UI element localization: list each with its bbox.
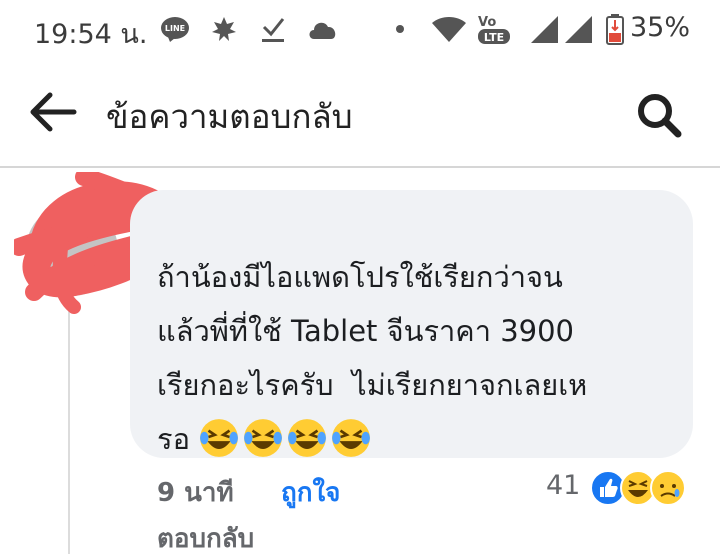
arrow-left-icon [30, 92, 77, 132]
emoji-row [198, 417, 372, 459]
laughing-emoji-icon [200, 419, 238, 457]
comment-timestamp: 9 นาที [157, 478, 234, 508]
lte-label: LTE [484, 31, 504, 44]
app-header: ข้อความตอบกลับ [0, 70, 720, 165]
leaf-icon [206, 12, 242, 46]
wifi-icon [430, 12, 468, 46]
battery-icon [604, 12, 626, 46]
search-icon [638, 94, 682, 138]
reaction-count[interactable]: 41 [546, 470, 580, 501]
signal-icon [528, 12, 560, 46]
page-title: ข้อความตอบกลับ [106, 97, 353, 136]
line-icon-label: LINE [165, 24, 185, 33]
line-icon: LINE [158, 12, 192, 46]
dot-icon [393, 12, 407, 46]
laughing-emoji-icon [244, 419, 282, 457]
signal-2-icon [562, 12, 594, 46]
laughing-emoji-icon [332, 419, 370, 457]
sad-reaction-icon [650, 470, 686, 506]
back-button[interactable] [24, 86, 84, 138]
volte-label: Vo [478, 15, 496, 30]
battery-percentage: 35% [630, 12, 691, 43]
like-reaction-icon [590, 470, 626, 506]
cloud-icon [303, 12, 343, 46]
comment-text: ถ้าน้องมีไอแพดโปรใช้เรียกว่าจน แล้วพี่ที… [157, 250, 677, 466]
haha-reaction-icon [620, 470, 656, 506]
status-bar: 19:54 น. LINE Vo LTE 35% [0, 0, 720, 58]
like-button[interactable]: ถูกใจ [281, 472, 340, 513]
laughing-emoji-icon [288, 419, 326, 457]
search-button[interactable] [632, 88, 688, 144]
volte-icon: Vo LTE [476, 12, 512, 46]
download-done-icon [256, 12, 290, 46]
reactions-summary[interactable] [590, 468, 700, 508]
status-time: 19:54 น. [34, 19, 148, 50]
reply-button[interactable]: ตอบกลับ [157, 518, 254, 559]
header-divider [0, 166, 720, 168]
